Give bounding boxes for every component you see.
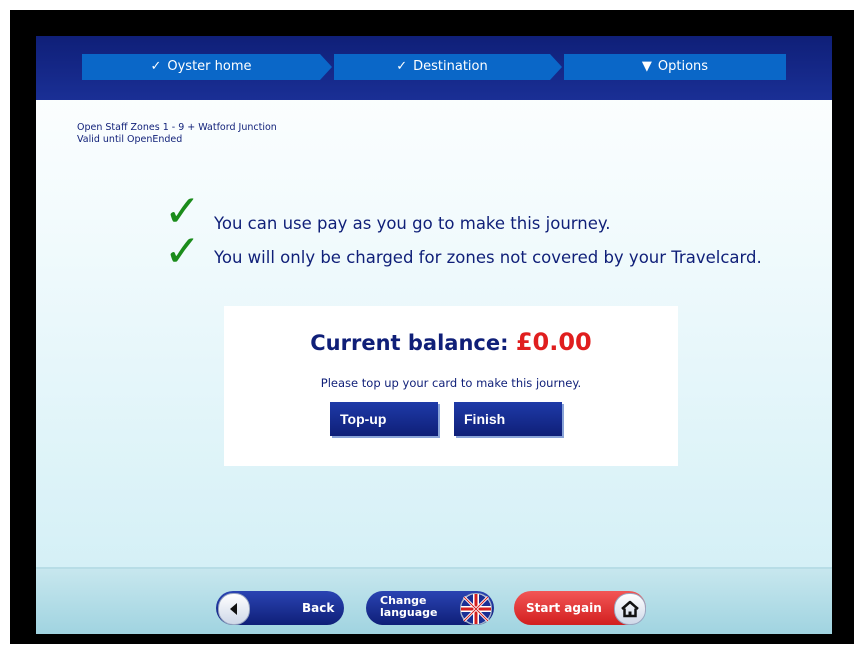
check-icon: ✓ <box>396 59 408 74</box>
step-label: Destination <box>413 59 488 74</box>
step-label: Oyster home <box>167 59 252 74</box>
message-zones: You will only be charged for zones not c… <box>214 248 762 267</box>
triangle-down-icon: ▼ <box>641 59 652 74</box>
change-language-label: Change language <box>380 595 438 619</box>
progress-bar: ✓ Oyster home ✓ Destination ▼ Options <box>36 36 832 100</box>
step-options: ▼ Options <box>564 54 786 80</box>
back-button[interactable]: Back <box>216 591 344 625</box>
step-label: Options <box>657 59 709 74</box>
ticket-zones: Open Staff Zones 1 - 9 + Watford Junctio… <box>77 122 277 133</box>
chevron-right-icon <box>550 54 562 80</box>
uk-flag-icon <box>460 593 492 625</box>
left-arrow-icon <box>218 593 250 625</box>
start-again-button[interactable]: Start again <box>514 591 646 625</box>
balance-panel: Current balance: £0.00 Please top up you… <box>224 306 678 466</box>
chevron-right-icon <box>320 54 332 80</box>
balance-label: Current balance: <box>310 331 509 355</box>
ticket-info: Open Staff Zones 1 - 9 + Watford Junctio… <box>77 122 277 146</box>
check-icon: ✓ <box>150 59 162 74</box>
change-language-line2: language <box>380 606 438 619</box>
change-language-button[interactable]: Change language <box>366 591 494 625</box>
balance-line: Current balance: £0.00 <box>224 328 678 356</box>
finish-button[interactable]: Finish <box>454 402 562 436</box>
step-destination: ✓ Destination <box>334 54 550 80</box>
ticket-validity: Valid until OpenEnded <box>77 134 183 145</box>
step-oyster-home: ✓ Oyster home <box>82 54 320 80</box>
home-icon <box>614 593 646 625</box>
topup-note: Please top up your card to make this jou… <box>320 376 582 390</box>
message-payg: You can use pay as you go to make this j… <box>214 214 611 233</box>
kiosk-screen: ✓ Oyster home ✓ Destination ▼ Options Open … <box>36 36 832 634</box>
balance-amount: £0.00 <box>515 328 592 356</box>
back-label: Back <box>302 601 335 615</box>
start-again-label: Start again <box>526 601 602 615</box>
check-icon: ✓ <box>164 226 201 277</box>
topup-button[interactable]: Top-up <box>330 402 438 436</box>
footer-nav: Back Change language Start again <box>36 567 832 634</box>
progress-steps: ✓ Oyster home ✓ Destination ▼ Options <box>82 54 786 80</box>
